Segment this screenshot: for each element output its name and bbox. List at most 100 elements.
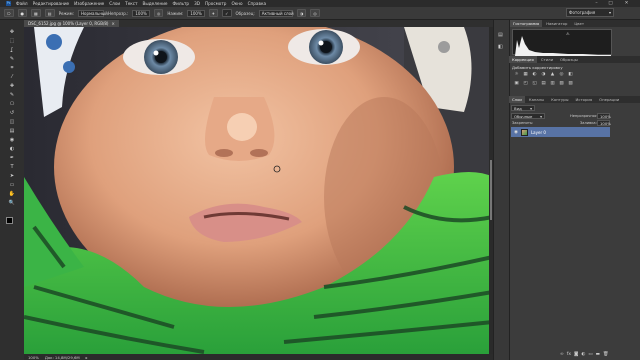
- healing-icon[interactable]: ✚: [8, 82, 16, 90]
- workspace-select[interactable]: Фотография ▾: [566, 8, 614, 17]
- properties-panel-icon[interactable]: ◧: [498, 44, 503, 50]
- menu-edit[interactable]: Редактирование: [33, 1, 70, 6]
- adjustment-icon-2-2[interactable]: ◱: [531, 80, 538, 86]
- status-bar: 100% Док: 14,8M/29,6M ▸: [24, 354, 493, 360]
- menu-image[interactable]: Изображение: [74, 1, 104, 6]
- fx-icon[interactable]: fx: [567, 352, 571, 357]
- pressure-opacity-button[interactable]: ◎: [153, 9, 164, 17]
- tab-channels[interactable]: Каналы: [526, 96, 547, 103]
- adjustment-icon-1-0[interactable]: ☼: [513, 71, 520, 77]
- photo-image: [24, 27, 493, 354]
- document-tab[interactable]: DSC_6152.jpg @ 100% (Layer 0, RGB/8) ×: [24, 20, 119, 27]
- menu-view[interactable]: Просмотр: [205, 1, 227, 6]
- adjustment-icon-2-4[interactable]: ▥: [549, 80, 556, 86]
- zoom-level[interactable]: 100%: [28, 355, 39, 360]
- history-panel-icon[interactable]: ▤: [498, 32, 503, 38]
- vertical-scroll-thumb[interactable]: [490, 160, 492, 220]
- gradient-icon[interactable]: ▤: [8, 127, 16, 135]
- brush-icon[interactable]: ✎: [8, 91, 16, 99]
- lasso-icon[interactable]: ʆ: [8, 46, 16, 54]
- menu-type[interactable]: Текст: [125, 1, 137, 6]
- tab-adjustments[interactable]: Коррекция: [509, 56, 537, 63]
- eye-icon[interactable]: ◉: [514, 130, 518, 135]
- layer-opacity-field[interactable]: 100%: [597, 113, 611, 119]
- adjustment-icon-1-3[interactable]: ◑: [540, 71, 547, 77]
- blend-mode-select[interactable]: Обычные ▾: [511, 113, 545, 119]
- adjustment-icon-1-5[interactable]: ◎: [558, 71, 565, 77]
- shape-icon[interactable]: ▭: [8, 181, 16, 189]
- move-icon[interactable]: ✥: [8, 28, 16, 36]
- type-icon[interactable]: T: [8, 163, 16, 171]
- menu-select[interactable]: Выделение: [143, 1, 168, 6]
- warning-icon[interactable]: ⚠: [566, 31, 570, 36]
- adjustment-icon-2-0[interactable]: ▣: [513, 80, 520, 86]
- tab-layers[interactable]: Слои: [509, 96, 525, 103]
- adjustment-icon-2-3[interactable]: ▤: [540, 80, 547, 86]
- menu-3d[interactable]: 3D: [194, 1, 200, 6]
- tab-color[interactable]: Цвет: [571, 20, 587, 27]
- flow-field[interactable]: 100%: [187, 9, 205, 17]
- trash-icon[interactable]: 🗑: [603, 352, 609, 357]
- layer-kind-select[interactable]: Вид ▾: [511, 105, 535, 111]
- opacity-field[interactable]: 100%: [132, 9, 150, 17]
- menu-file[interactable]: Файл: [16, 1, 28, 6]
- marquee-icon[interactable]: ⬚: [8, 37, 16, 45]
- document-canvas[interactable]: [24, 27, 493, 354]
- clone-source-button[interactable]: ▤: [44, 9, 55, 17]
- tab-styles[interactable]: Стили: [538, 56, 556, 63]
- eyedropper-icon[interactable]: ⁄: [8, 73, 16, 81]
- tab-paths[interactable]: Контуры: [548, 96, 571, 103]
- brush-size-button[interactable]: ●: [17, 9, 27, 17]
- lock-label: Закрепить:: [512, 121, 534, 125]
- blur-icon[interactable]: ◉: [8, 136, 16, 144]
- tab-actions[interactable]: Операции: [596, 96, 622, 103]
- layer-row[interactable]: ◉ Layer 0: [511, 127, 610, 137]
- menu-window[interactable]: Окно: [231, 1, 242, 6]
- ignore-adjustment-button[interactable]: ◑: [296, 9, 307, 17]
- zoom-icon[interactable]: 🔍: [8, 199, 16, 207]
- group-icon[interactable]: ▭: [588, 352, 592, 357]
- mode-select[interactable]: Нормальный: [78, 9, 108, 17]
- hand-icon[interactable]: ✋: [8, 190, 16, 198]
- new-layer-icon[interactable]: ▬: [596, 352, 600, 357]
- adjustment-icon-2-1[interactable]: ◰: [522, 80, 529, 86]
- adjustment-icon-2-6[interactable]: ▨: [567, 80, 574, 86]
- crop-icon[interactable]: ⌗: [8, 64, 16, 72]
- pen-icon[interactable]: ✒: [8, 154, 16, 162]
- close-window-button[interactable]: ✕: [624, 1, 629, 6]
- aligned-checkbox[interactable]: ✓: [222, 9, 232, 17]
- link-layers-icon[interactable]: ∞: [560, 352, 564, 357]
- adjustment-icon-1-1[interactable]: ▦: [522, 71, 529, 77]
- fill-field[interactable]: 100%: [597, 120, 611, 126]
- menu-layers[interactable]: Слои: [109, 1, 120, 6]
- pressure-size-button[interactable]: ◎: [310, 9, 320, 17]
- foreground-color-swatch[interactable]: [6, 217, 13, 224]
- tab-swatches[interactable]: Образцы: [557, 56, 581, 63]
- history-brush-icon[interactable]: ↺: [8, 109, 16, 117]
- tab-navigator[interactable]: Навигатор: [543, 20, 570, 27]
- layer-mask-icon[interactable]: ◙: [574, 352, 578, 357]
- tab-histogram[interactable]: Гистограмма: [510, 20, 543, 27]
- adjustment-layer-icon[interactable]: ◐: [581, 352, 585, 357]
- sample-select[interactable]: Активный слой: [258, 9, 294, 17]
- dodge-icon[interactable]: ◐: [8, 145, 16, 153]
- stamp-icon[interactable]: ⎔: [8, 100, 16, 108]
- layer-name[interactable]: Layer 0: [531, 130, 546, 135]
- adjustment-icon-1-4[interactable]: ▲: [549, 71, 556, 77]
- path-select-icon[interactable]: ➤: [8, 172, 16, 180]
- brush-panel-button[interactable]: ▦: [31, 9, 41, 17]
- adjustment-icon-1-6[interactable]: ◧: [567, 71, 574, 77]
- adjustment-icon-1-2[interactable]: ◐: [531, 71, 538, 77]
- airbrush-button[interactable]: ✈: [208, 9, 219, 17]
- menu-help[interactable]: Справка: [248, 1, 266, 6]
- quick-select-icon[interactable]: ✎: [8, 55, 16, 63]
- menu-filter[interactable]: Фильтр: [173, 1, 190, 6]
- tab-history[interactable]: История: [573, 96, 596, 103]
- adjustment-icon-2-5[interactable]: ▧: [558, 80, 565, 86]
- tool-preset-button[interactable]: ⎔: [4, 9, 14, 17]
- status-arrow-icon[interactable]: ▸: [86, 355, 88, 360]
- minimize-button[interactable]: –: [594, 1, 599, 6]
- maximize-button[interactable]: □: [608, 1, 613, 6]
- close-tab-icon[interactable]: ×: [111, 21, 114, 26]
- eraser-icon[interactable]: ◫: [8, 118, 16, 126]
